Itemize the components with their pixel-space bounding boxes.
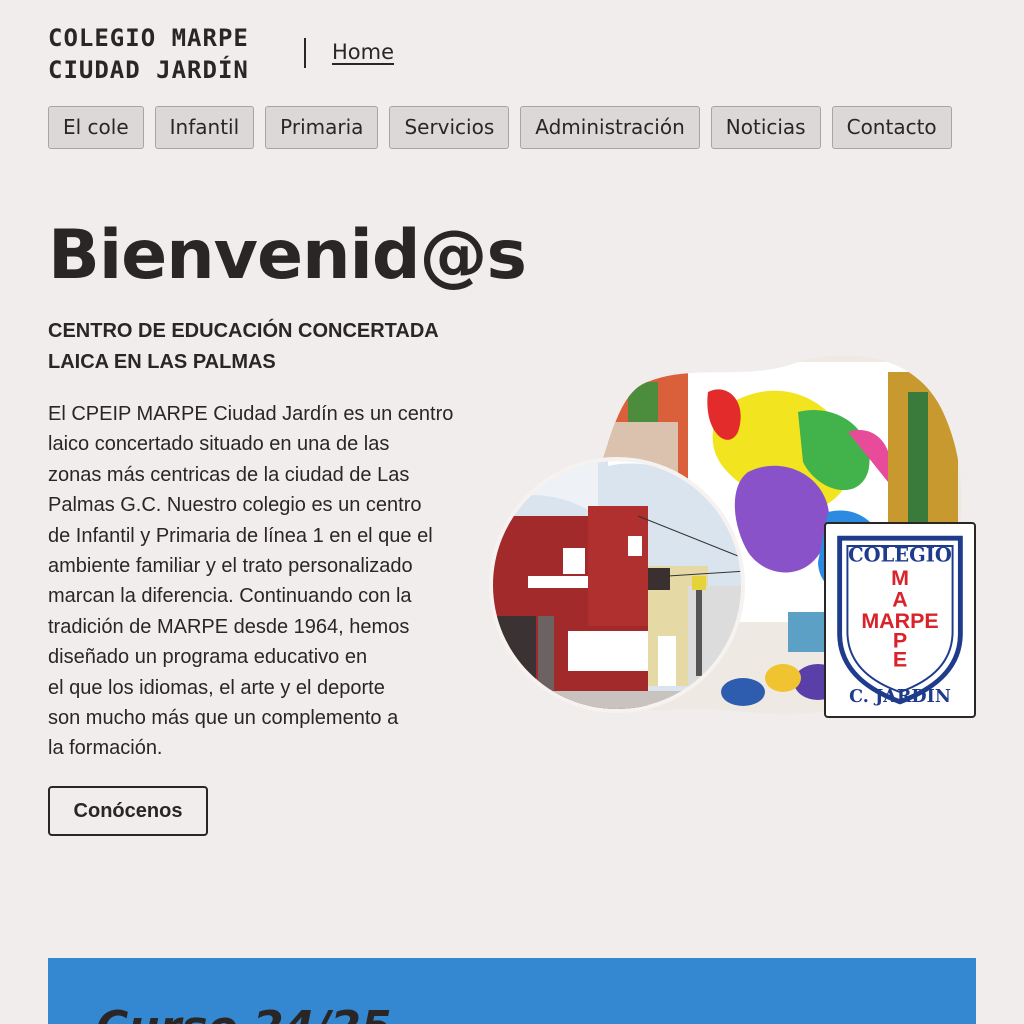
logo-text-cjardin: C. JARDÍN (849, 686, 951, 707)
logo-text-colegio: COLEGIO (848, 544, 952, 567)
nav-item-servicios[interactable]: Servicios (389, 106, 510, 149)
nav-item-administracion[interactable]: Administración (520, 106, 700, 149)
nav-item-noticias[interactable]: Noticias (710, 106, 821, 149)
hero-description: El CPEIP MARPE Ciudad Jardín es un centr… (48, 399, 468, 764)
hero-subtitle: CENTRO DE EDUCACIÓN CONCERTADA LAICA EN … (48, 316, 468, 378)
brand-line-2: CIUDAD JARDÍN (48, 56, 249, 84)
description-line: ambiente familiar y el trato personaliza… (48, 555, 413, 578)
description-line: laico concertado situado en una de las (48, 433, 390, 456)
header-divider (304, 38, 306, 68)
curso-banner: Curso 24/25 (48, 958, 976, 1024)
description-line: el que los idiomas, el arte y el deporte (48, 676, 385, 699)
description-line: marcan la diferencia. Continuando con la (48, 585, 412, 608)
banner-title: Curso 24/25 (96, 1002, 392, 1024)
nav-item-infantil[interactable]: Infantil (154, 106, 255, 149)
logo-marpe-vertical-e: E (893, 648, 907, 672)
hero-subtitle-line-2: LAICA EN LAS PALMAS (48, 351, 276, 373)
hero-subtitle-line-1: CENTRO DE EDUCACIÓN CONCERTADA (48, 320, 439, 342)
description-line: son mucho más que un complemento a (48, 707, 399, 730)
nav-item-primaria[interactable]: Primaria (265, 106, 379, 149)
nav-item-el-cole[interactable]: El cole (48, 106, 144, 149)
school-building-photo (489, 457, 745, 713)
school-crest-logo: COLEGIO M A MARPE P E C. JARDÍN (824, 522, 976, 718)
logo-marpe-vertical-a: A (892, 587, 907, 611)
description-line: El CPEIP MARPE Ciudad Jardín es un centr… (48, 403, 454, 425)
description-line: tradición de MARPE desde 1964, hemos (48, 615, 410, 638)
brand-line-1: COLEGIO MARPE (48, 24, 249, 52)
site-header: COLEGIO MARPE CIUDAD JARDÍN Home (48, 22, 948, 86)
nav-item-contacto[interactable]: Contacto (831, 106, 952, 149)
brand-logo-text[interactable]: COLEGIO MARPE CIUDAD JARDÍN (48, 22, 249, 86)
hero-title: Bienvenid@s (48, 216, 527, 295)
description-line: diseñado un programa educativo en (48, 646, 368, 669)
description-line: de Infantil y Primaria de línea 1 en el … (48, 524, 433, 547)
hero-image-collage: COLEGIO M A MARPE P E C. JARDÍN (488, 352, 980, 724)
logo-marpe-vertical-m: M (891, 566, 909, 590)
conocenos-button[interactable]: Conócenos (48, 786, 208, 836)
description-line: Palmas G.C. Nuestro colegio es un centro (48, 494, 422, 517)
main-nav: El cole Infantil Primaria Servicios Admi… (48, 106, 952, 149)
description-line: la formación. (48, 737, 163, 760)
description-line: zonas más centricas de la ciudad de Las (48, 463, 410, 486)
home-link[interactable]: Home (332, 40, 394, 64)
